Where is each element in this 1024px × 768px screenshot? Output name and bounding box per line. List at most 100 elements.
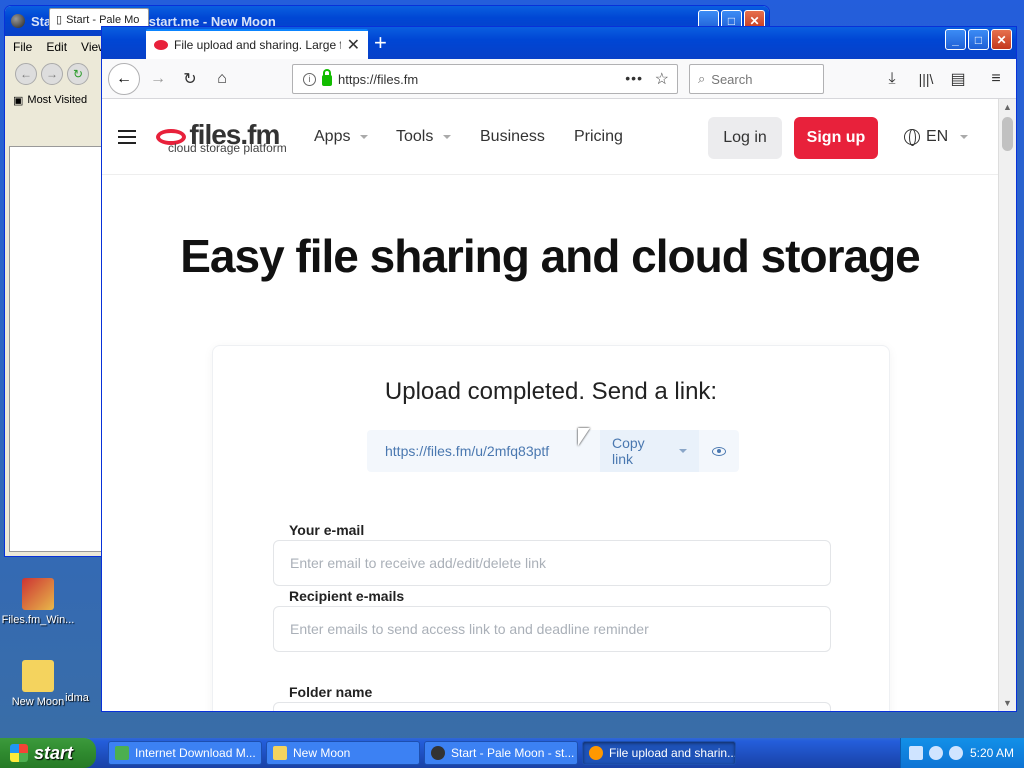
- windows-logo-icon: [10, 744, 28, 762]
- url-text[interactable]: https://files.fm: [338, 72, 418, 87]
- logo-tagline: cloud storage platform: [168, 141, 287, 155]
- bookmark-star-icon: ▣: [13, 94, 24, 107]
- scroll-up-icon[interactable]: ▲: [999, 99, 1016, 115]
- pale-moon-icon: [431, 746, 445, 760]
- copy-link-label: Copy link: [611, 435, 645, 467]
- network-icon[interactable]: [929, 746, 943, 760]
- close-button[interactable]: ✕: [991, 29, 1012, 50]
- folder-name-field: Folder name: [273, 684, 831, 711]
- folder-name-input[interactable]: [273, 702, 831, 711]
- task-internet-download-manager[interactable]: Internet Download M...: [108, 741, 262, 765]
- forward-icon[interactable]: →: [146, 67, 170, 91]
- your-email-label: Your e-mail: [289, 522, 365, 538]
- nav-pricing[interactable]: Pricing: [574, 128, 623, 146]
- task-new-moon[interactable]: New Moon: [266, 741, 420, 765]
- reload-icon[interactable]: ↻: [178, 67, 202, 91]
- upload-card: Upload completed. Send a link: https://f…: [212, 345, 890, 711]
- globe-icon: [904, 129, 920, 146]
- menu-file[interactable]: File: [13, 40, 32, 54]
- hero-title: Easy file sharing and cloud storage: [180, 230, 921, 282]
- task-file-upload[interactable]: File upload and sharin...: [582, 741, 736, 765]
- home-icon[interactable]: ⌂: [210, 67, 234, 91]
- language-selector[interactable]: EN: [904, 128, 969, 146]
- scrollbar-thumb[interactable]: [1002, 117, 1013, 151]
- chevron-down-icon: [960, 135, 969, 139]
- nav-apps-label: Apps: [314, 128, 351, 145]
- bookmark-most-visited[interactable]: Most Visited: [27, 94, 87, 106]
- language-label: EN: [926, 128, 949, 145]
- task-pale-moon[interactable]: Start - Pale Moon - st...: [424, 741, 578, 765]
- preview-eye-icon[interactable]: [699, 430, 739, 472]
- nav-apps[interactable]: Apps: [314, 128, 369, 146]
- signup-button[interactable]: Sign up: [794, 117, 878, 159]
- nav-business[interactable]: Business: [480, 128, 545, 146]
- idm-icon: [115, 746, 129, 760]
- background-tab-label: Start - Pale Mo: [66, 13, 140, 26]
- folder-icon: [22, 660, 54, 692]
- login-button[interactable]: Log in: [708, 117, 782, 159]
- bookmark-star-icon[interactable]: ☆: [655, 69, 669, 89]
- recipient-emails-label: Recipient e-mails: [289, 588, 405, 604]
- scroll-down-icon[interactable]: ▼: [999, 695, 1016, 711]
- start-button[interactable]: start: [0, 738, 96, 768]
- menu-icon[interactable]: ≡: [984, 67, 1008, 91]
- recipient-emails-field: Recipient e-mails: [273, 588, 831, 652]
- clock[interactable]: 5:20 AM: [970, 746, 1014, 760]
- folder-name-label: Folder name: [289, 684, 373, 700]
- hamburger-menu-icon[interactable]: [118, 130, 136, 144]
- info-icon[interactable]: i: [303, 72, 316, 86]
- page-actions-icon[interactable]: •••: [625, 70, 643, 86]
- tab-close-icon[interactable]: ✕: [347, 35, 360, 55]
- nav-tools-label: Tools: [396, 128, 434, 145]
- address-bar[interactable]: i https://files.fm ••• ☆: [292, 64, 678, 94]
- back-button[interactable]: ←: [108, 63, 140, 95]
- task-label: File upload and sharin...: [609, 746, 736, 760]
- nav-business-label: Business: [480, 128, 545, 145]
- web-page: files.fm cloud storage platform Apps Too…: [102, 99, 998, 711]
- recipient-emails-input[interactable]: [273, 606, 831, 652]
- chevron-down-icon: [679, 449, 688, 453]
- share-link[interactable]: https://files.fm/u/2mfq83ptf: [367, 443, 600, 459]
- new-tab-button[interactable]: +: [374, 29, 387, 57]
- files-fm-logo[interactable]: files.fm cloud storage platform: [156, 119, 287, 155]
- taskbar: start Internet Download M... New Moon St…: [0, 738, 1024, 768]
- task-label: Start - Pale Moon - st...: [451, 746, 575, 760]
- library-icon[interactable]: |||\: [914, 67, 938, 91]
- sidebar-icon[interactable]: ▤: [946, 67, 970, 91]
- back-icon[interactable]: ←: [15, 63, 37, 85]
- firefox-icon: [589, 746, 603, 760]
- page-icon: ▯: [56, 14, 63, 26]
- desktop-icon-idma[interactable]: idma: [52, 692, 102, 704]
- maximize-button[interactable]: □: [968, 29, 989, 50]
- forward-icon[interactable]: →: [41, 63, 63, 85]
- your-email-input[interactable]: [273, 540, 831, 586]
- upload-heading: Upload completed. Send a link:: [384, 378, 718, 405]
- system-tray: 5:20 AM: [900, 738, 1024, 768]
- menu-edit[interactable]: Edit: [46, 40, 67, 54]
- nav-tools[interactable]: Tools: [396, 128, 452, 146]
- site-header: files.fm cloud storage platform Apps Too…: [102, 99, 998, 175]
- keyboard-icon[interactable]: [909, 746, 923, 760]
- your-email-field: Your e-mail: [273, 522, 831, 586]
- folder-icon: [273, 746, 287, 760]
- download-icon[interactable]: ⤓: [880, 67, 904, 91]
- search-input[interactable]: ⌕ Search: [689, 64, 824, 94]
- copy-link-button[interactable]: Copy link: [599, 430, 700, 472]
- reload-icon[interactable]: ↻: [67, 63, 89, 85]
- desktop-icon-filesfm[interactable]: Files.fm_Win...: [0, 578, 76, 626]
- browser-window[interactable]: File upload and sharing. Large file ✕ + …: [101, 26, 1017, 712]
- browser-window-controls: _ □ ✕: [945, 29, 1012, 50]
- desktop-icon-label: idma: [65, 692, 89, 704]
- page-scrollbar[interactable]: ▲ ▼: [998, 99, 1016, 711]
- tab-files-fm[interactable]: File upload and sharing. Large file ✕: [146, 29, 368, 59]
- share-link-box: https://files.fm/u/2mfq83ptf Copy link: [367, 430, 739, 472]
- chevron-down-icon: [443, 135, 452, 139]
- desktop-icon-label: Files.fm_Win...: [1, 614, 75, 626]
- browser-titlebar[interactable]: File upload and sharing. Large file ✕ + …: [102, 27, 1016, 59]
- taskbar-tasks: Internet Download M... New Moon Start - …: [108, 741, 736, 765]
- volume-icon[interactable]: [949, 746, 963, 760]
- minimize-button[interactable]: _: [945, 29, 966, 50]
- lock-icon: [322, 69, 332, 86]
- tab-title: File upload and sharing. Large file: [174, 38, 341, 52]
- task-label: Internet Download M...: [135, 746, 256, 760]
